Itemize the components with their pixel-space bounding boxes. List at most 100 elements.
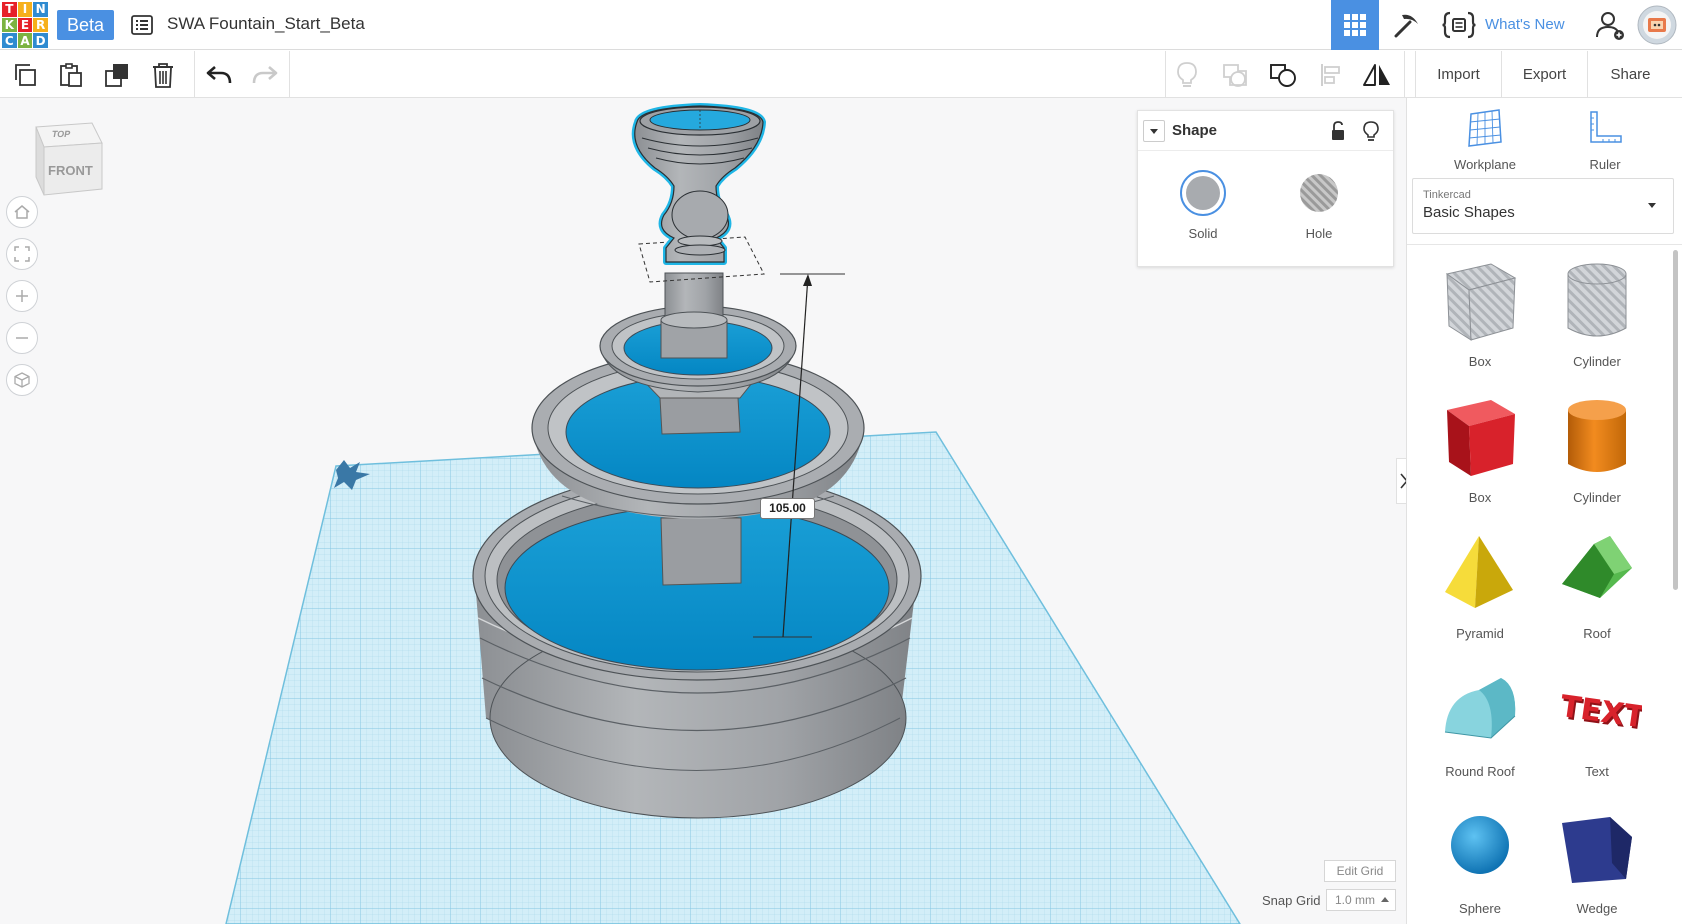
toolbar-divider [1404, 51, 1405, 98]
paste-button[interactable] [48, 51, 94, 98]
undo-icon [206, 65, 232, 83]
align-button[interactable] [1308, 51, 1354, 98]
mirror-button[interactable] [1354, 51, 1400, 98]
zoom-out-button[interactable] [6, 322, 38, 354]
perspective-icon [14, 372, 30, 388]
paste-icon [60, 62, 82, 87]
height-value-label[interactable]: 105.00 [760, 498, 815, 519]
box-icon [1447, 400, 1515, 476]
shape-library-dropdown[interactable]: Tinkercad Basic Shapes [1412, 178, 1674, 234]
ruler-label: Ruler [1589, 157, 1621, 172]
shape-label: Cylinder [1573, 354, 1621, 369]
shape-tile-roof[interactable]: Roof [1542, 528, 1652, 648]
invite-user-button[interactable] [1588, 0, 1632, 50]
duplicate-button[interactable] [94, 51, 140, 98]
collapse-panel-button[interactable] [1396, 458, 1406, 504]
undo-button[interactable] [196, 51, 242, 98]
shape-tile-hole-cylinder[interactable]: Cylinder [1542, 256, 1652, 376]
shape-tile-box[interactable]: Box [1425, 392, 1535, 512]
home-view-icon [14, 205, 30, 219]
logo-letter: N [33, 2, 48, 17]
view-cube-top-label: TOP [51, 129, 72, 139]
codeblocks-button[interactable] [1435, 0, 1483, 50]
beta-badge[interactable]: Beta [57, 10, 115, 40]
3d-workspace[interactable]: TOP FRONT Shape Solid Hole 105.00 Edit G… [0, 98, 1406, 924]
profile-avatar[interactable] [1634, 0, 1680, 50]
show-hide-button[interactable] [1164, 51, 1210, 98]
home-view-button[interactable] [6, 196, 38, 228]
shape-tile-text[interactable]: TEXT TEXT Text [1542, 666, 1652, 786]
zoom-in-button[interactable] [6, 280, 38, 312]
fountain-lower-column[interactable] [660, 513, 742, 586]
group-button[interactable] [1212, 51, 1258, 98]
grid-view-icon [1344, 14, 1366, 36]
ungroup-button[interactable] [1260, 51, 1306, 98]
zoom-in-icon [16, 290, 28, 302]
build-mode-button[interactable] [1383, 0, 1431, 50]
logo-letter: R [33, 17, 48, 33]
shape-tile-hole-box[interactable]: Box [1425, 256, 1535, 376]
snap-grid-value: 1.0 mm [1335, 893, 1376, 907]
hole-cylinder-icon [1567, 263, 1627, 337]
shapes-panel: Workplane Ruler Tinkercad Basic Shapes B… [1406, 98, 1682, 924]
redo-button[interactable] [242, 51, 288, 98]
shape-label: Sphere [1459, 901, 1501, 916]
workplane-tool[interactable]: Workplane [1435, 108, 1535, 172]
edit-grid-button[interactable]: Edit Grid [1324, 860, 1396, 882]
shape-tile-sphere[interactable]: Sphere [1425, 803, 1535, 923]
shape-label: Roof [1583, 626, 1611, 641]
shape-label: Round Roof [1445, 764, 1515, 779]
export-button[interactable]: Export [1501, 51, 1587, 98]
shape-tile-round-roof[interactable]: Round Roof [1425, 666, 1535, 786]
shape-tile-pyramid[interactable]: Pyramid [1425, 528, 1535, 648]
import-button[interactable]: Import [1415, 51, 1501, 98]
workplane-icon [1468, 109, 1502, 147]
view-cube[interactable]: TOP FRONT [34, 121, 104, 201]
logo-letter: T [2, 2, 17, 17]
snap-grid-label: Snap Grid [1262, 893, 1321, 908]
tinkercad-logo[interactable]: T I N K E R C A D [2, 2, 48, 48]
visibility-button[interactable] [1363, 120, 1379, 147]
fit-view-button[interactable] [6, 238, 38, 270]
inspector-header: Shape [1138, 111, 1393, 151]
ungroup-icon [1270, 63, 1296, 87]
top-header: T I N K E R C A D Beta SWA Fountain_Star… [0, 0, 1682, 50]
perspective-button[interactable] [6, 364, 38, 396]
hole-box-icon [1445, 263, 1517, 341]
solid-option[interactable]: Solid [1168, 169, 1238, 241]
zoom-out-icon [16, 337, 28, 339]
lock-button[interactable] [1330, 121, 1346, 146]
grid-view-button[interactable] [1331, 0, 1379, 50]
share-button[interactable]: Share [1587, 51, 1673, 98]
hole-option[interactable]: Hole [1284, 169, 1354, 241]
view-cube-front-label: FRONT [48, 163, 93, 178]
delete-icon [153, 62, 173, 88]
copy-button[interactable] [2, 51, 48, 98]
tinkercad-app: T I N K E R C A D Beta SWA Fountain_Star… [0, 0, 1682, 924]
design-title[interactable]: SWA Fountain_Start_Beta [167, 14, 365, 34]
cylinder-icon [1568, 400, 1626, 472]
shape-tile-wedge[interactable]: Wedge [1542, 803, 1652, 923]
hole-swatch-icon [1300, 174, 1338, 212]
fountain-finial-selected[interactable] [631, 103, 766, 265]
inspector-collapse-button[interactable] [1143, 120, 1165, 142]
align-icon [1321, 63, 1340, 86]
logo-letter: E [17, 17, 33, 33]
solid-swatch-icon [1180, 170, 1226, 216]
logo-letter: D [33, 33, 48, 48]
light-bulb-icon [1363, 121, 1379, 141]
duplicate-icon [105, 63, 128, 87]
snap-grid-select[interactable]: 1.0 mm [1326, 889, 1396, 911]
delete-button[interactable] [140, 51, 186, 98]
pyramid-icon [1445, 536, 1513, 608]
shape-tile-cylinder[interactable]: Cylinder [1542, 392, 1652, 512]
design-list-icon[interactable] [130, 13, 154, 37]
fountain-upper-stem[interactable] [660, 272, 728, 359]
shapes-scrollbar-thumb[interactable] [1673, 250, 1678, 590]
workplane-label: Workplane [1454, 157, 1516, 172]
inspector-title: Shape [1172, 122, 1218, 139]
ruler-tool[interactable]: Ruler [1555, 108, 1655, 172]
caret-down-icon [1648, 203, 1656, 208]
caret-down-icon [1150, 129, 1158, 134]
whats-new-link[interactable]: What's New [1485, 0, 1565, 50]
